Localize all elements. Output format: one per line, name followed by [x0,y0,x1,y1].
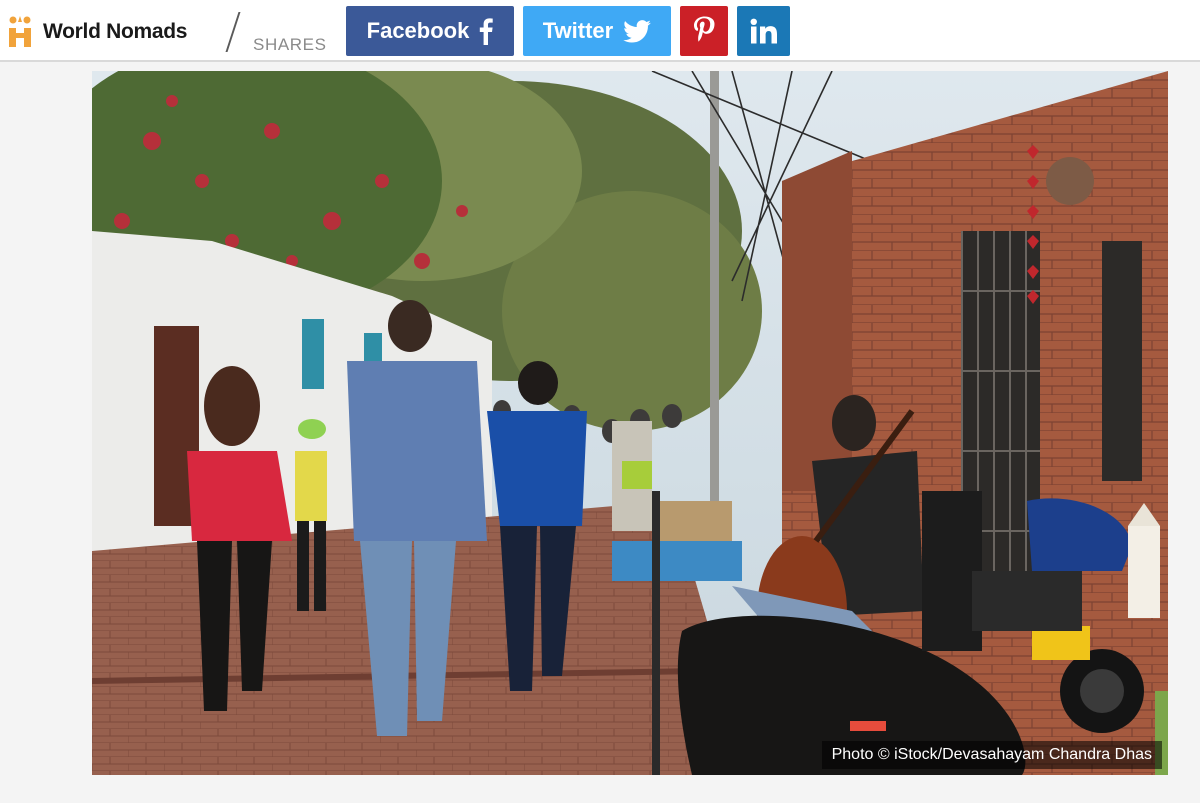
linkedin-share-button[interactable] [737,6,790,56]
divider [225,12,241,52]
facebook-icon [480,18,494,45]
site-logo[interactable]: World Nomads [6,14,188,50]
facebook-share-label: Facebook [366,18,470,43]
pinterest-share-button[interactable] [680,6,728,56]
shares-label: SHARES [253,35,327,54]
linkedin-icon [750,18,777,44]
pinterest-icon [694,16,715,42]
site-name: World Nomads [43,20,188,43]
street-scene-image [92,71,1168,775]
world-nomads-logo-icon [9,16,31,47]
top-bar: World Nomads SHARES Facebook Twitter [0,0,1200,62]
article-hero-photo: Photo © iStock/Devasahayam Chandra Dhas [92,71,1168,775]
facebook-share-button[interactable]: Facebook [346,6,514,56]
twitter-share-label: Twitter [542,18,614,43]
twitter-share-button[interactable]: Twitter [523,6,671,56]
photo-credit: Photo © iStock/Devasahayam Chandra Dhas [821,741,1162,769]
twitter-icon [623,19,652,43]
